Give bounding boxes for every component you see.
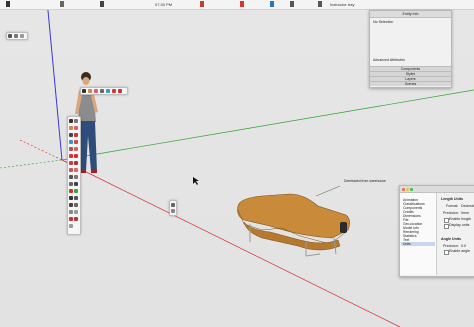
tape-tool-icon[interactable] (69, 175, 73, 179)
tray-section-scenes[interactable]: Scenes (370, 81, 451, 86)
enable-length-label: Enable length (449, 217, 471, 221)
zoom-in-icon[interactable] (171, 203, 175, 207)
length-units-title: Length Units (441, 197, 463, 201)
zoom-button[interactable] (410, 187, 413, 191)
pan-tool-icon[interactable] (74, 196, 78, 200)
menu-icon[interactable] (318, 1, 322, 7)
tools-toolbar-vertical (67, 116, 81, 235)
angle-precision-select[interactable]: 0.0 (461, 244, 466, 248)
view-icon[interactable] (20, 34, 24, 38)
menu-icon[interactable] (200, 1, 204, 7)
green-axis-neg (0, 159, 63, 169)
freehand-tool-icon[interactable] (74, 133, 78, 137)
menu-search-label: Instructor tray (330, 2, 355, 7)
select-tool-icon[interactable] (82, 89, 86, 93)
position-camera-icon[interactable] (69, 217, 73, 221)
zoom-extents-tool-icon[interactable] (69, 210, 73, 214)
previous-view-icon[interactable] (74, 210, 78, 214)
view-icon[interactable] (14, 34, 18, 38)
menu-icon[interactable] (290, 1, 294, 7)
zoom-tool-icon[interactable] (69, 203, 73, 207)
menu-icon[interactable] (240, 1, 244, 7)
angle-units-title: Angle Units (441, 237, 461, 241)
entity-info-panel: Entity Info No Selection Advanced Attrib… (369, 10, 452, 88)
display-units-label: Display units (449, 223, 470, 227)
circle-tool-icon[interactable] (74, 140, 78, 144)
section-tool-icon[interactable] (74, 189, 78, 193)
eraser-tool-icon[interactable] (74, 126, 78, 130)
blue-axis (47, 10, 63, 161)
line-tool-icon[interactable] (100, 89, 104, 93)
followme-tool-icon[interactable] (74, 161, 78, 165)
prefs-category-list: Animation Classifications Components Cre… (400, 193, 437, 275)
minimize-button[interactable] (406, 187, 409, 191)
red-axis (61, 159, 401, 327)
menu-icon[interactable] (100, 1, 104, 7)
entity-info-status: No Selection (373, 20, 394, 24)
move-tool-icon[interactable] (112, 89, 116, 93)
eraser-tool-icon[interactable] (94, 89, 98, 93)
green-axis (61, 89, 474, 161)
zoom-toolbar (169, 200, 177, 216)
rectangle-tool-icon[interactable] (69, 140, 73, 144)
rectangle-tool-icon[interactable] (106, 89, 110, 93)
orbit-tool-icon[interactable] (69, 196, 73, 200)
angle-precision-label: Precision: (443, 244, 459, 248)
format-select[interactable]: Decimal (461, 204, 474, 208)
bench-callout: Deeritaded from warehouse (344, 179, 386, 183)
zoom-window-tool-icon[interactable] (74, 203, 78, 207)
protractor-tool-icon[interactable] (69, 182, 73, 186)
red-axis-neg (19, 139, 63, 161)
menu-icon[interactable] (60, 1, 64, 7)
camera-icon[interactable] (8, 34, 12, 38)
arc-tool-icon[interactable] (74, 147, 78, 151)
scale-tool-icon[interactable] (69, 168, 73, 172)
precision-select[interactable]: 0mm (461, 211, 469, 215)
axes-tool-icon[interactable] (69, 189, 73, 193)
menu-bar: 07:30 PM Instructor tray (0, 0, 474, 10)
dimension-tool-icon[interactable] (74, 175, 78, 179)
format-label: Format: (446, 204, 459, 208)
select-tool-icon[interactable] (69, 119, 73, 123)
pushpull-tool-icon[interactable] (74, 154, 78, 158)
tools-toolbar-horizontal (80, 87, 128, 95)
model-info-dialog: Animation Classifications Components Cre… (399, 185, 474, 277)
cursor-icon (193, 177, 199, 185)
callout-leader (315, 185, 341, 197)
enable-angle-label: Enable angle (449, 249, 470, 253)
close-button[interactable] (402, 187, 405, 191)
polygon-tool-icon[interactable] (69, 147, 73, 151)
paint-tool-icon[interactable] (69, 126, 73, 130)
line-tool-icon[interactable] (69, 133, 73, 137)
bench-model (237, 193, 350, 257)
lookaround-tool-icon[interactable] (69, 224, 73, 228)
walk-tool-icon[interactable] (74, 217, 78, 221)
menu-clock: 07:30 PM (155, 2, 173, 7)
offset-tool-icon[interactable] (74, 168, 78, 172)
paint-tool-icon[interactable] (88, 89, 92, 93)
dialog-titlebar (400, 186, 474, 193)
rotate-tool-icon[interactable] (69, 161, 73, 165)
text-tool-icon[interactable] (74, 182, 78, 186)
move-tool-icon[interactable] (69, 154, 73, 158)
precision-label: Precision: (443, 211, 459, 215)
component-tool-icon[interactable] (74, 119, 78, 123)
entity-info-title: Entity Info (370, 11, 451, 18)
view-toolbar (6, 32, 28, 40)
menu-icon[interactable] (6, 1, 10, 7)
zoom-out-icon[interactable] (171, 209, 175, 213)
advanced-attributes-label[interactable]: Advanced Attributes (373, 58, 405, 62)
orbit-tool-icon[interactable] (118, 89, 122, 93)
menu-icon[interactable] (270, 1, 274, 7)
prefs-item-units[interactable]: Units (401, 242, 435, 246)
